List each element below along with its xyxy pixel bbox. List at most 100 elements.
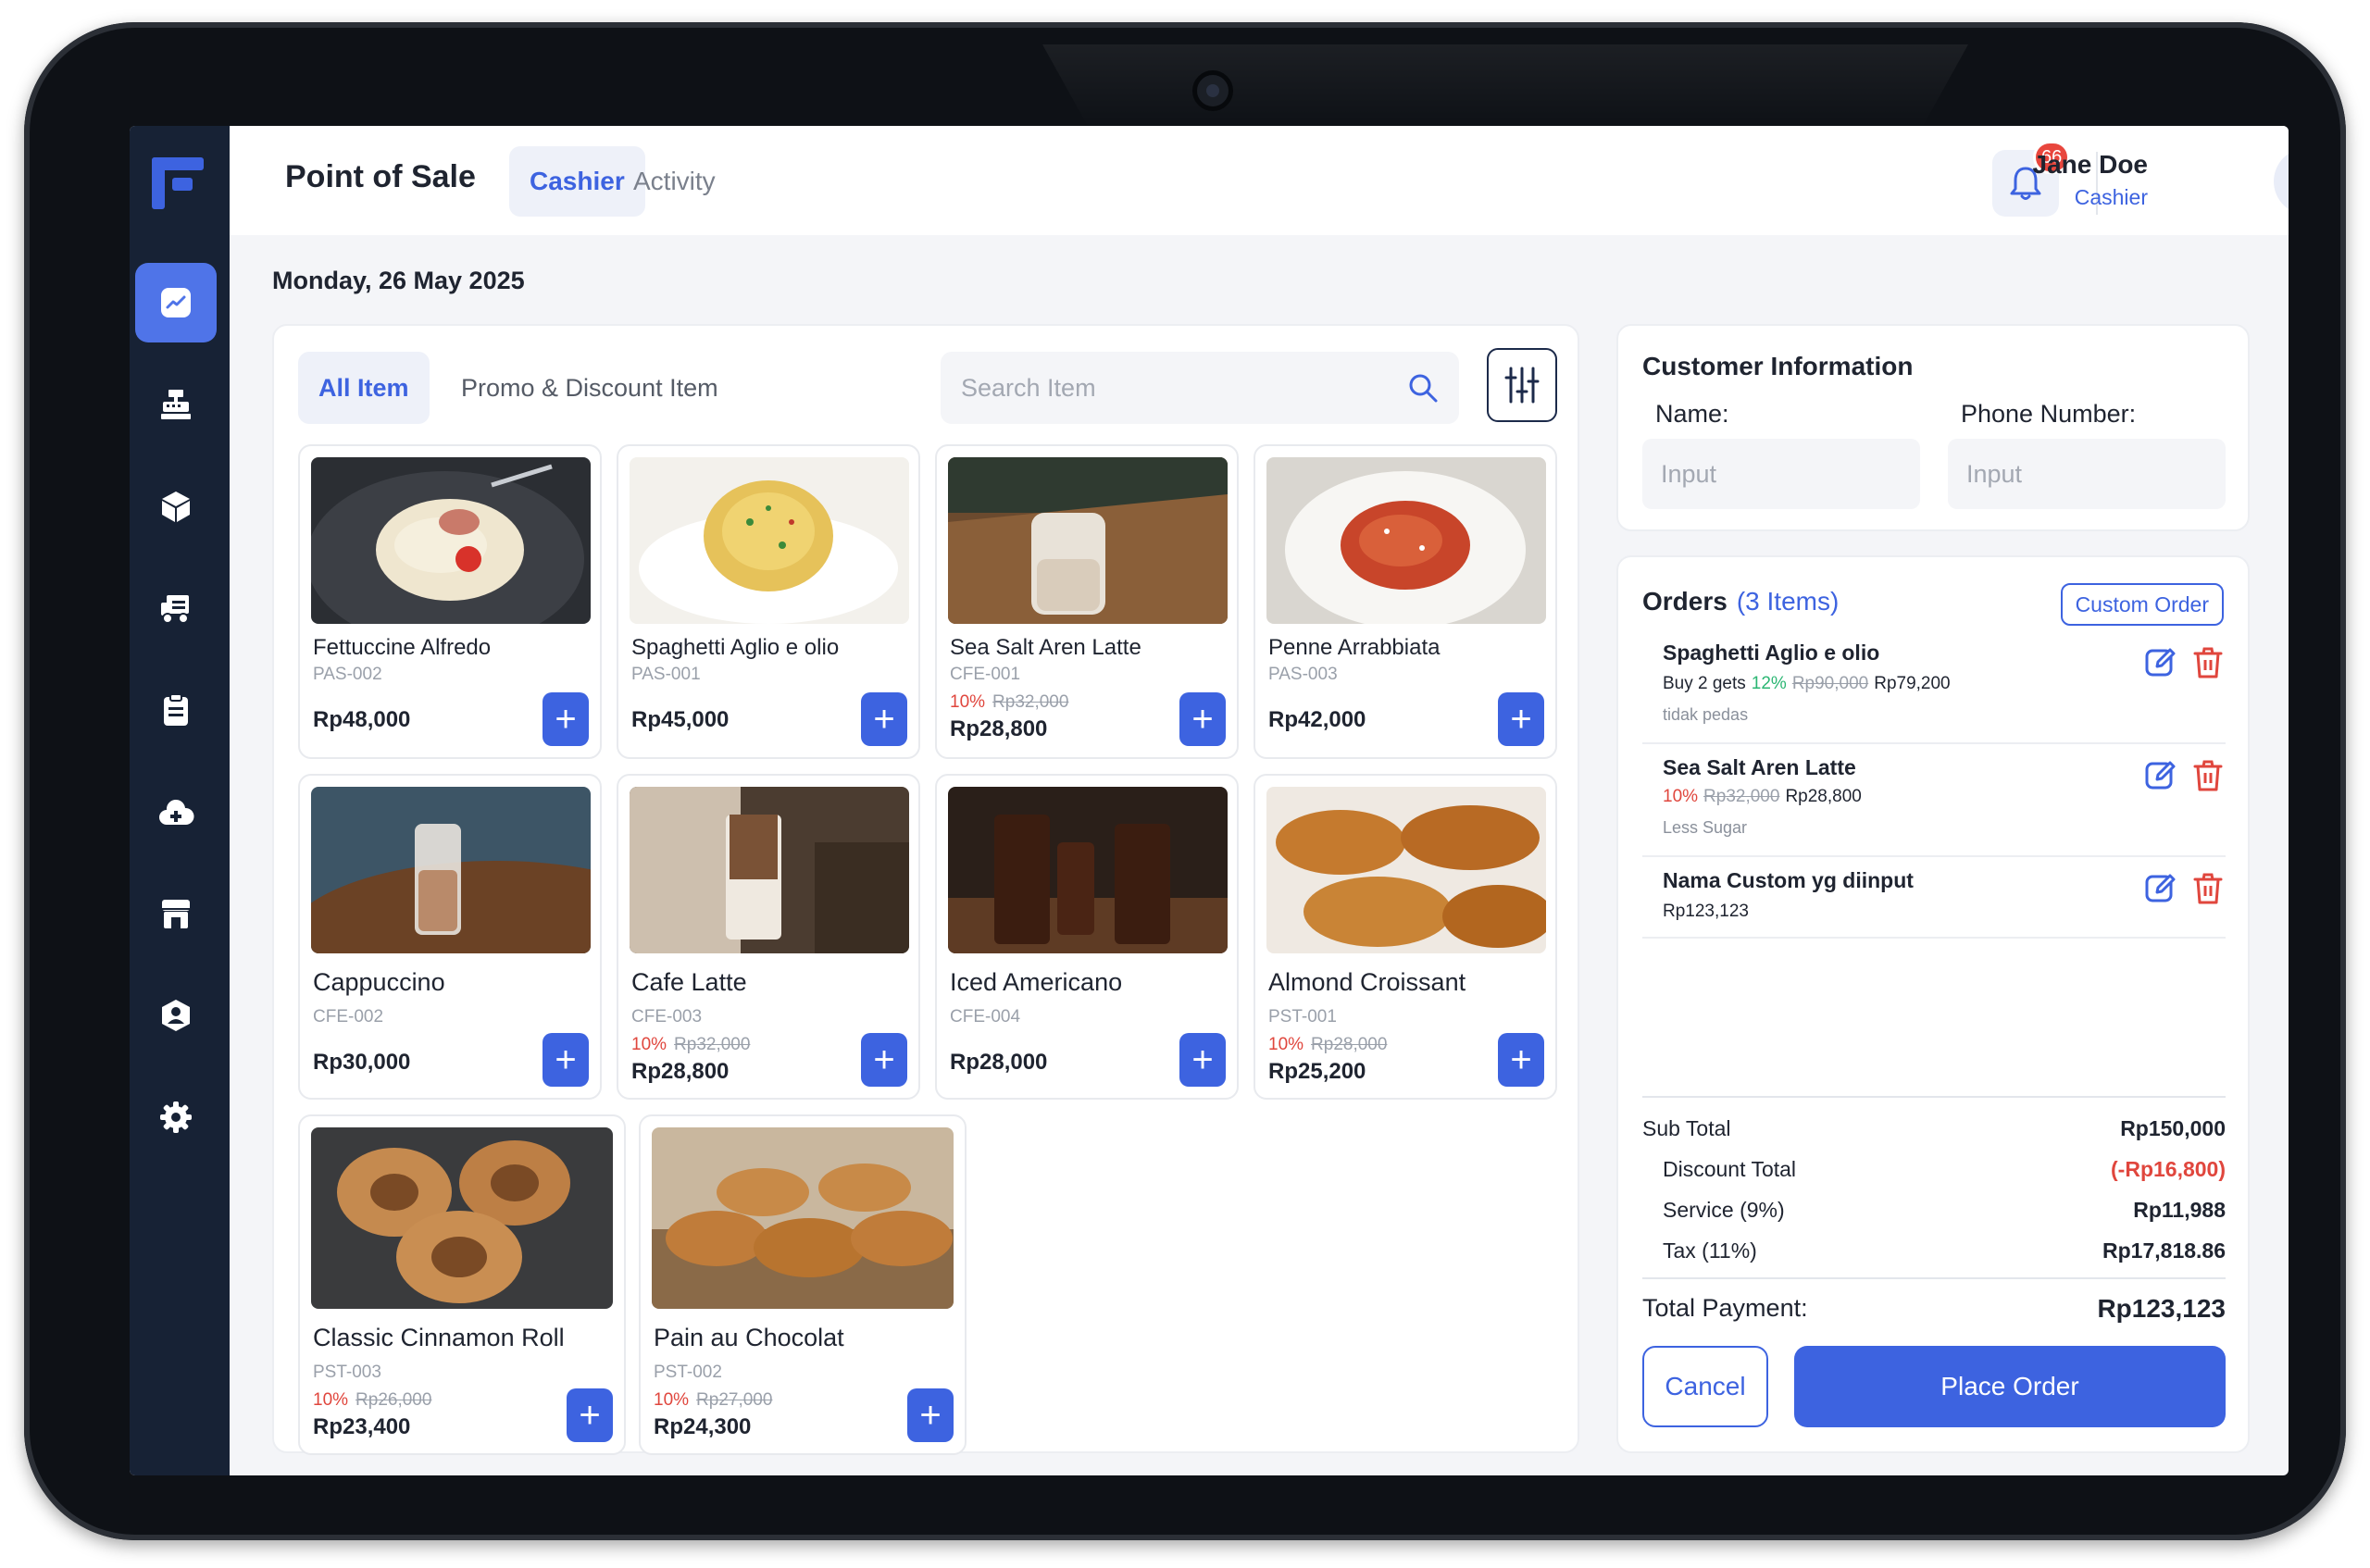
plus-icon: + xyxy=(1510,1039,1532,1080)
app-logo xyxy=(152,157,204,209)
sidebar-item-reports[interactable] xyxy=(135,670,217,750)
total-row: Total Payment: Rp123,123 xyxy=(1642,1294,2226,1323)
sidebar-item-cloud[interactable] xyxy=(135,772,217,852)
product-code: CFE-003 xyxy=(631,1007,703,1027)
discount-percent: 10% xyxy=(313,1390,349,1410)
add-to-order-button[interactable]: + xyxy=(861,1033,907,1087)
product-card-iced-americano[interactable]: Iced Americano CFE-004 Rp28,000 + xyxy=(935,774,1239,1100)
edit-icon[interactable] xyxy=(2144,646,2177,679)
name-label: Name: xyxy=(1655,400,1729,428)
filter-button[interactable] xyxy=(1487,348,1557,422)
order-item-note: tidak pedas xyxy=(1663,705,1749,724)
add-to-order-button[interactable]: + xyxy=(907,1388,954,1442)
order-item-pricing: 10% Rp32,000 Rp28,800 xyxy=(1663,787,1862,807)
search-input[interactable] xyxy=(961,373,1387,403)
product-image xyxy=(311,457,591,624)
add-to-order-button[interactable]: + xyxy=(1498,1033,1544,1087)
summary-divider xyxy=(1642,1096,2226,1098)
service-value: Rp11,988 xyxy=(2133,1198,2226,1222)
add-to-order-button[interactable]: + xyxy=(1179,1033,1226,1087)
add-to-order-button[interactable]: + xyxy=(567,1388,613,1442)
top-header: Point of Sale Cashier Activity 66 Jane D… xyxy=(230,126,2289,235)
old-price: Rp90,000 xyxy=(1791,674,1869,693)
product-image xyxy=(948,457,1228,624)
product-price: Rp45,000 xyxy=(631,707,730,732)
plus-icon: + xyxy=(555,699,577,740)
order-item-name: Nama Custom yg diinput xyxy=(1663,868,1914,892)
order-item[interactable]: Nama Custom yg diinput Rp123,123 xyxy=(1642,857,2226,939)
customer-phone-input[interactable] xyxy=(1948,439,2226,509)
product-name: Iced Americano xyxy=(950,968,1123,996)
sliders-icon xyxy=(1504,367,1540,404)
product-card-classic-cinnamon-roll[interactable]: Classic Cinnamon Roll PST-003 10% Rp26,00… xyxy=(298,1114,626,1455)
product-card-cafe-latte[interactable]: Cafe Latte CFE-003 10% Rp32,000 Rp28,800 … xyxy=(617,774,920,1100)
search-icon[interactable] xyxy=(1407,372,1439,404)
product-code: CFE-001 xyxy=(950,665,1021,684)
cancel-button[interactable]: Cancel xyxy=(1642,1346,1768,1427)
product-name: Penne Arrabbiata xyxy=(1268,635,1441,660)
sidebar xyxy=(130,126,230,1475)
product-price: Rp24,300 xyxy=(654,1414,752,1439)
avatar[interactable]: JD xyxy=(2274,148,2289,215)
discount-percent: 10% xyxy=(1268,1035,1304,1054)
product-name: Spaghetti Aglio e olio xyxy=(631,635,840,660)
order-item[interactable]: Sea Salt Aren Latte 10% Rp32,000 Rp28,800 … xyxy=(1642,744,2226,857)
plus-icon: + xyxy=(1191,1039,1214,1080)
product-price: Rp42,000 xyxy=(1268,707,1366,732)
product-name: Pain au Chocolat xyxy=(654,1324,844,1351)
add-to-order-button[interactable]: + xyxy=(543,1033,589,1087)
place-order-button[interactable]: Place Order xyxy=(1794,1346,2226,1427)
product-card-cappuccino[interactable]: Cappuccino CFE-002 Rp30,000 + xyxy=(298,774,602,1100)
gear-icon xyxy=(160,1101,192,1133)
edit-icon[interactable] xyxy=(2144,872,2177,905)
sidebar-item-users[interactable] xyxy=(135,976,217,1055)
tab-all-item[interactable]: All Item xyxy=(298,352,430,424)
plus-icon: + xyxy=(873,1039,895,1080)
camera-icon xyxy=(1192,70,1233,111)
tab-promo-discount[interactable]: Promo & Discount Item xyxy=(441,352,739,424)
product-image xyxy=(652,1127,954,1309)
discount-percent: 10% xyxy=(654,1390,690,1410)
sidebar-item-cashier[interactable] xyxy=(135,365,217,444)
customer-name-input[interactable] xyxy=(1642,439,1920,509)
product-card-spaghetti-aglio-e-olio[interactable]: Spaghetti Aglio e olio PAS-001 Rp45,000 … xyxy=(617,444,920,759)
product-card-pain-au-chocolat[interactable]: Pain au Chocolat PST-002 10% Rp27,000 Rp2… xyxy=(639,1114,967,1455)
add-to-order-button[interactable]: + xyxy=(543,692,589,746)
add-to-order-button[interactable]: + xyxy=(1179,692,1226,746)
product-card-fettuccine-alfredo[interactable]: Fettuccine Alfredo PAS-002 Rp48,000 + xyxy=(298,444,602,759)
old-price: Rp32,000 xyxy=(1703,787,1780,806)
add-to-order-button[interactable]: + xyxy=(1498,692,1544,746)
trash-icon[interactable] xyxy=(2192,872,2224,905)
service-label: Service (9%) xyxy=(1663,1198,1785,1222)
discount-value: (-Rp16,800) xyxy=(2111,1157,2226,1181)
product-price: Rp28,000 xyxy=(950,1050,1048,1075)
tab-activity[interactable]: Activity xyxy=(613,146,736,217)
order-item-pricing: Buy 2 gets 12% Rp90,000 Rp79,200 xyxy=(1663,674,1951,694)
add-to-order-button[interactable]: + xyxy=(861,692,907,746)
search-box xyxy=(941,352,1459,424)
order-item[interactable]: Spaghetti Aglio e olio Buy 2 gets 12% Rp90… xyxy=(1642,631,2226,744)
trash-icon[interactable] xyxy=(2192,759,2224,792)
product-image xyxy=(311,787,591,953)
product-code: PST-001 xyxy=(1268,1007,1337,1027)
custom-order-button[interactable]: Custom Order xyxy=(2060,583,2224,626)
order-item-price: Rp123,123 xyxy=(1663,902,1749,921)
product-name: Cappuccino xyxy=(313,968,445,996)
product-card-almond-croissant[interactable]: Almond Croissant PST-001 10% Rp28,000 Rp2… xyxy=(1254,774,1557,1100)
edit-icon[interactable] xyxy=(2144,759,2177,792)
order-item-price: Rp28,800 xyxy=(1785,787,1862,806)
phone-label: Phone Number: xyxy=(1961,400,2137,428)
plus-icon: + xyxy=(1191,699,1214,740)
product-card-penne-arrabbiata[interactable]: Penne Arrabbiata PAS-003 Rp42,000 + xyxy=(1254,444,1557,759)
sidebar-item-inventory[interactable] xyxy=(135,467,217,546)
sidebar-item-dashboard[interactable] xyxy=(135,263,217,342)
product-price: Rp23,400 xyxy=(313,1414,411,1439)
product-image xyxy=(1266,787,1546,953)
sidebar-item-settings[interactable] xyxy=(135,1077,217,1157)
sidebar-item-store[interactable] xyxy=(135,874,217,953)
trash-icon[interactable] xyxy=(2192,646,2224,679)
sidebar-item-delivery[interactable] xyxy=(135,568,217,648)
product-card-sea-salt-aren-latte[interactable]: Sea Salt Aren Latte CFE-001 10% Rp32,000 … xyxy=(935,444,1239,759)
product-discount: 10% Rp28,000 xyxy=(1268,1035,1387,1055)
store-icon xyxy=(162,900,190,928)
